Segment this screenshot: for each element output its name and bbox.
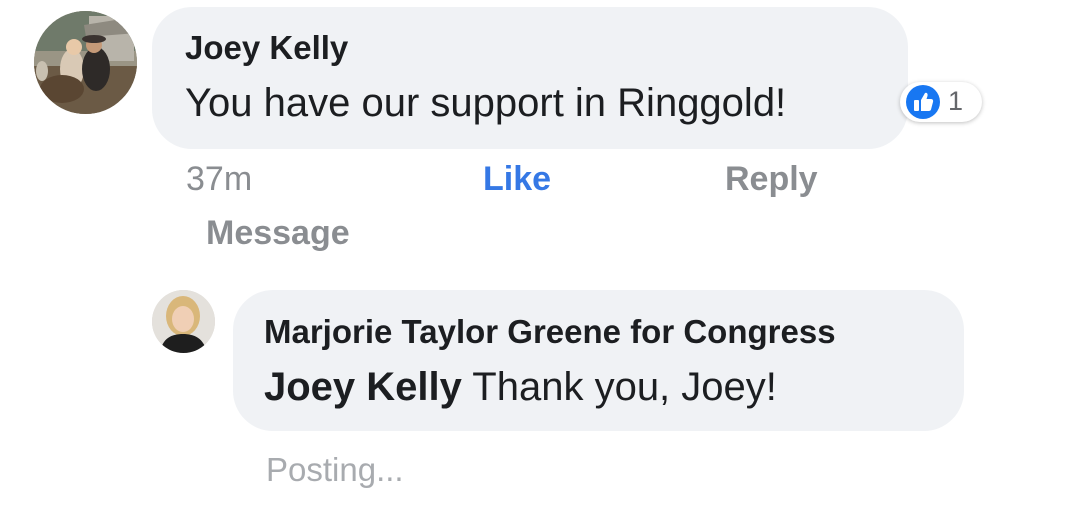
reply-text: Thank you, Joey! (472, 365, 777, 409)
profile-photo-icon (152, 290, 215, 353)
thumbs-up-icon (906, 85, 940, 119)
reply-text-line: Joey Kelly Thank you, Joey! (264, 365, 777, 410)
profile-photo-icon (34, 11, 137, 114)
comment-bubble: Joey Kelly You have our support in Ringg… (152, 7, 908, 149)
message-button[interactable]: Message (206, 214, 350, 253)
avatar-joey-kelly[interactable] (34, 11, 137, 114)
posting-status: Posting... (266, 451, 404, 488)
reply-author[interactable]: Marjorie Taylor Greene for Congress (264, 313, 836, 351)
reaction-badge[interactable]: 1 (900, 82, 982, 122)
reply-bubble: Marjorie Taylor Greene for Congress Joey… (233, 290, 964, 431)
comment-author[interactable]: Joey Kelly (185, 29, 348, 67)
avatar-page[interactable] (152, 290, 215, 353)
reaction-count: 1 (948, 86, 964, 116)
comment-timestamp[interactable]: 37m (186, 160, 252, 199)
like-button[interactable]: Like (483, 160, 551, 199)
reply-button[interactable]: Reply (725, 160, 818, 199)
comment-text: You have our support in Ringgold! (185, 81, 787, 125)
mention-link[interactable]: Joey Kelly (264, 365, 462, 409)
